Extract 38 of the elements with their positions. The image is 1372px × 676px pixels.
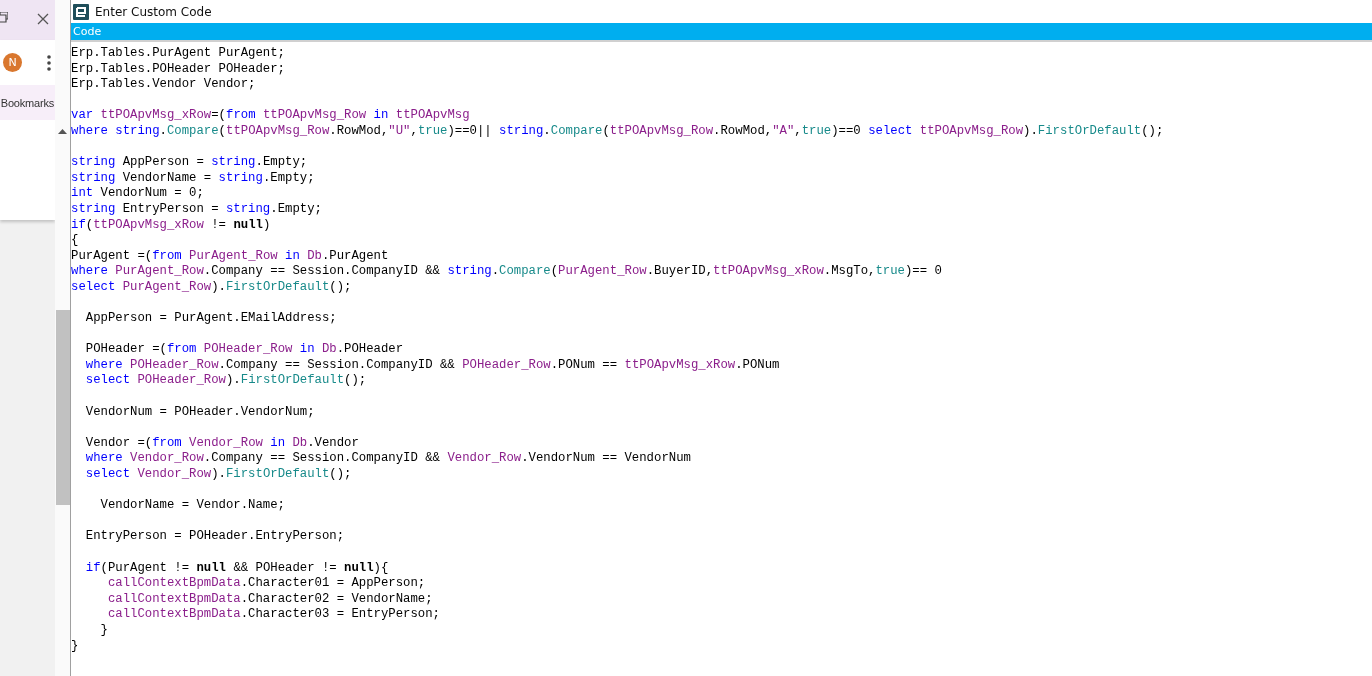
- close-icon[interactable]: [37, 13, 49, 25]
- code-line: int VendorNum = 0;: [71, 186, 204, 201]
- code-line: POHeader =(from POHeader_Row in Db.POHeader: [84, 342, 404, 357]
- restore-icon[interactable]: [0, 12, 8, 24]
- code-line: select PurAgent_Row).FirstOrDefault();: [71, 279, 352, 294]
- code-line: Erp.Tables.Vendor Vendor;: [71, 77, 256, 92]
- code-line: string VendorName = string.Empty;: [71, 170, 315, 185]
- code-line: string AppPerson = string.Empty;: [71, 155, 308, 170]
- code-line: }: [99, 622, 108, 637]
- code-line: VendorName = Vendor.Name;: [99, 498, 285, 513]
- code-line: {: [71, 233, 79, 248]
- scroll-up-arrow-icon[interactable]: [58, 129, 67, 134]
- code-line: where string.Compare(ttPOApvMsg_Row.RowMod,"U",true)==0|| string.Compare(ttPOApvMsg_Row.RowMod,"A",true)==0 select ttPOApvMsg_Row).FirstOrDefault();: [71, 123, 1164, 138]
- code-line: }: [71, 638, 79, 653]
- code-line: callContextBpmData.Character01 = AppPerson;: [106, 576, 426, 591]
- window-title: Enter Custom Code: [95, 4, 212, 19]
- code-line: callContextBpmData.Character03 = EntryPerson;: [106, 607, 440, 622]
- code-line: select Vendor_Row).FirstOrDefault();: [84, 467, 352, 482]
- code-line: AppPerson = PurAgent.EMailAddress;: [84, 311, 337, 326]
- kebab-menu-icon[interactable]: [47, 54, 51, 71]
- code-line: where PurAgent_Row.Company == Session.CompanyID && string.Compare(PurAgent_Row.BuyerID,ttPOApvMsg_xRow.MsgTo,true)== 0: [71, 264, 942, 279]
- code-line: if(ttPOApvMsg_xRow != null): [71, 217, 271, 232]
- code-line: callContextBpmData.Character02 = VendorName;: [106, 591, 433, 606]
- code-line: VendorNum = POHeader.VendorNum;: [84, 404, 315, 419]
- code-line: Erp.Tables.PurAgent PurAgent;: [71, 46, 285, 60]
- code-line: PurAgent =(from PurAgent_Row in Db.PurAgent: [71, 248, 389, 263]
- app-logo-icon: [73, 3, 89, 20]
- code-line: string EntryPerson = string.Empty;: [71, 201, 322, 216]
- section-title: Code: [73, 25, 102, 38]
- code-line: select POHeader_Row).FirstOrDefault();: [84, 373, 367, 388]
- code-line: where Vendor_Row.Company == Session.CompanyID && Vendor_Row.VendorNum == VendorNum: [84, 451, 691, 466]
- code-line: if(PurAgent != null && POHeader != null){: [84, 560, 389, 575]
- code-line: Vendor =(from Vendor_Row in Db.Vendor: [84, 435, 359, 450]
- scrollbar-thumb[interactable]: [56, 310, 70, 505]
- code-line: EntryPerson = POHeader.EntryPerson;: [84, 529, 345, 544]
- code-line: where POHeader_Row.Company == Session.CompanyID && POHeader_Row.PONum == ttPOApvMsg_xRow.PONum: [84, 357, 780, 372]
- code-line: var ttPOApvMsg_xRow=(from ttPOApvMsg_Row in ttPOApvMsg: [71, 108, 470, 123]
- code-line: Erp.Tables.POHeader POHeader;: [71, 61, 285, 76]
